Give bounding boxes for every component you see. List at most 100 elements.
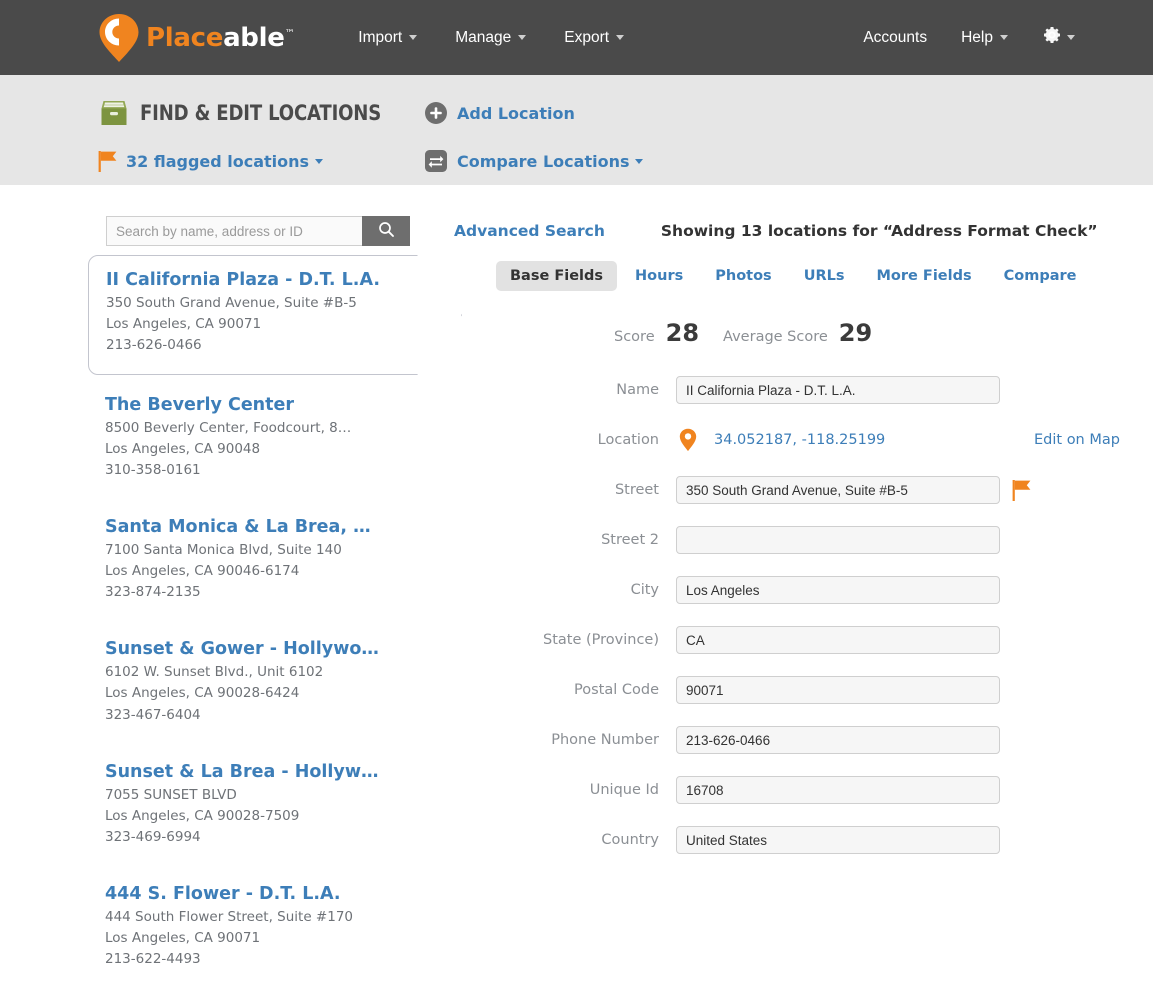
chevron-down-icon	[1000, 35, 1008, 40]
chevron-down-icon	[616, 35, 624, 40]
search-button[interactable]	[362, 216, 410, 246]
country-field[interactable]	[676, 826, 1000, 854]
location-street: 444 South Flower Street, Suite #170	[105, 907, 472, 928]
location-street: 6102 W. Sunset Blvd., Unit 6102	[105, 662, 472, 683]
field-label-state: State (Province)	[488, 632, 676, 648]
tab-compare[interactable]: Compare	[990, 261, 1091, 291]
nav-item-import[interactable]: Import	[358, 29, 417, 47]
nav-item-export-label: Export	[564, 29, 609, 47]
sub-header: Find & Edit Locations Add Location 32 fl…	[0, 75, 1153, 185]
average-score-label: Average Score	[723, 329, 828, 345]
location-citystate: Los Angeles, CA 90048	[105, 439, 472, 460]
search-icon	[378, 221, 395, 241]
nav-item-import-label: Import	[358, 29, 402, 47]
location-phone: 310-358-0161	[105, 460, 472, 481]
location-name: Sunset & La Brea - Hollyw…	[105, 762, 472, 782]
location-phone: 213-626-0466	[106, 335, 445, 356]
street-field[interactable]	[676, 476, 1000, 504]
field-row-city: City	[488, 565, 1153, 615]
field-row-state: State (Province)	[488, 615, 1153, 665]
brand-logo[interactable]: Placeable™	[98, 13, 294, 63]
circle-plus-icon	[425, 102, 457, 124]
advanced-search-link[interactable]: Advanced Search	[454, 222, 605, 240]
list-item[interactable]: Santa Monica & La Brea, … 7100 Santa Mon…	[88, 503, 488, 619]
tab-hours[interactable]: Hours	[621, 261, 697, 291]
unique-id-field[interactable]	[676, 776, 1000, 804]
settings-menu-button[interactable]	[1042, 25, 1075, 50]
location-name: Sunset & Gower - Hollywo…	[105, 639, 472, 659]
tab-photos[interactable]: Photos	[701, 261, 785, 291]
score-label: Score	[614, 329, 655, 345]
location-street: 350 South Grand Avenue, Suite #B-5	[106, 293, 445, 314]
field-label-city: City	[488, 582, 676, 598]
tab-more-fields[interactable]: More Fields	[863, 261, 986, 291]
nav-item-accounts-label: Accounts	[863, 29, 927, 47]
field-label-street: Street	[488, 482, 676, 498]
search-box	[106, 216, 410, 246]
tab-urls[interactable]: URLs	[790, 261, 859, 291]
main-nav: Import Manage Export	[358, 29, 624, 47]
nav-right-group: Accounts Help	[863, 25, 1075, 50]
list-item-selected[interactable]: II California Plaza - D.T. L.A. 350 Sout…	[88, 255, 462, 375]
locations-list: II California Plaza - D.T. L.A. 350 Sout…	[88, 253, 488, 992]
name-field[interactable]	[676, 376, 1000, 404]
location-phone: 323-469-6994	[105, 827, 472, 848]
street2-field[interactable]	[676, 526, 1000, 554]
flagged-locations-button[interactable]: 32 flagged locations	[98, 150, 425, 172]
postal-code-field[interactable]	[676, 676, 1000, 704]
search-input[interactable]	[106, 216, 362, 246]
location-street: 7100 Santa Monica Blvd, Suite 140	[105, 540, 472, 561]
street-flag-icon[interactable]	[1000, 479, 1033, 501]
nav-item-manage-label: Manage	[455, 29, 511, 47]
chevron-down-icon	[1067, 35, 1075, 40]
brand-name-part1: Place	[146, 23, 223, 53]
nav-item-manage[interactable]: Manage	[455, 29, 526, 47]
location-street: 8500 Beverly Center, Foodcourt, 8…	[105, 418, 472, 439]
state-field[interactable]	[676, 626, 1000, 654]
location-citystate: Los Angeles, CA 90071	[105, 928, 472, 949]
add-location-button[interactable]: Add Location	[425, 102, 575, 124]
chevron-down-icon	[315, 159, 323, 164]
base-fields-form: Name Location 34.052187, -118.25199 Edit…	[488, 365, 1153, 865]
field-row-postal-code: Postal Code	[488, 665, 1153, 715]
gear-icon	[1042, 25, 1062, 50]
field-row-unique-id: Unique Id	[488, 765, 1153, 815]
detail-tabs: Base Fields Hours Photos URLs More Field…	[496, 261, 1153, 291]
compare-locations-button[interactable]: Compare Locations	[425, 150, 643, 172]
coordinates-link[interactable]: 34.052187, -118.25199	[714, 432, 885, 448]
map-pin-icon	[676, 428, 697, 452]
field-row-phone: Phone Number	[488, 715, 1153, 765]
archive-box-icon	[98, 99, 140, 127]
location-coordinates-group: 34.052187, -118.25199	[676, 428, 1000, 452]
compare-locations-label: Compare Locations	[457, 152, 629, 171]
nav-item-help[interactable]: Help	[961, 29, 1008, 47]
tab-base-fields[interactable]: Base Fields	[496, 261, 617, 291]
location-citystate: Los Angeles, CA 90071	[106, 314, 445, 335]
top-navbar: Placeable™ Import Manage Export Accounts…	[0, 0, 1153, 75]
flag-icon	[98, 150, 126, 172]
field-label-street2: Street 2	[488, 532, 676, 548]
city-field[interactable]	[676, 576, 1000, 604]
location-name: 444 S. Flower - D.T. L.A.	[105, 884, 472, 904]
chevron-down-icon	[409, 35, 417, 40]
list-item[interactable]: 444 S. Flower - D.T. L.A. 444 South Flow…	[88, 870, 488, 986]
field-label-unique-id: Unique Id	[488, 782, 676, 798]
field-row-street: Street	[488, 465, 1153, 515]
list-item[interactable]: Sunset & La Brea - Hollyw… 7055 SUNSET B…	[88, 748, 488, 864]
location-phone: 323-467-6404	[105, 705, 472, 726]
location-name: The Beverly Center	[105, 395, 472, 415]
field-row-name: Name	[488, 365, 1153, 415]
field-row-location: Location 34.052187, -118.25199 Edit on M…	[488, 415, 1153, 465]
list-item[interactable]: Sunset & Gower - Hollywo… 6102 W. Sunset…	[88, 625, 488, 741]
field-label-phone: Phone Number	[488, 732, 676, 748]
content-area: II California Plaza - D.T. L.A. 350 Sout…	[0, 253, 1153, 992]
edit-on-map-link[interactable]: Edit on Map	[1034, 432, 1120, 448]
phone-number-field[interactable]	[676, 726, 1000, 754]
nav-item-accounts[interactable]: Accounts	[863, 29, 927, 47]
average-score-value: 29	[839, 319, 872, 347]
field-label-country: Country	[488, 832, 676, 848]
location-citystate: Los Angeles, CA 90028-7509	[105, 806, 472, 827]
nav-item-export[interactable]: Export	[564, 29, 624, 47]
score-row: Score 28 Average Score 29	[488, 319, 1153, 347]
list-item[interactable]: The Beverly Center 8500 Beverly Center, …	[88, 381, 488, 497]
